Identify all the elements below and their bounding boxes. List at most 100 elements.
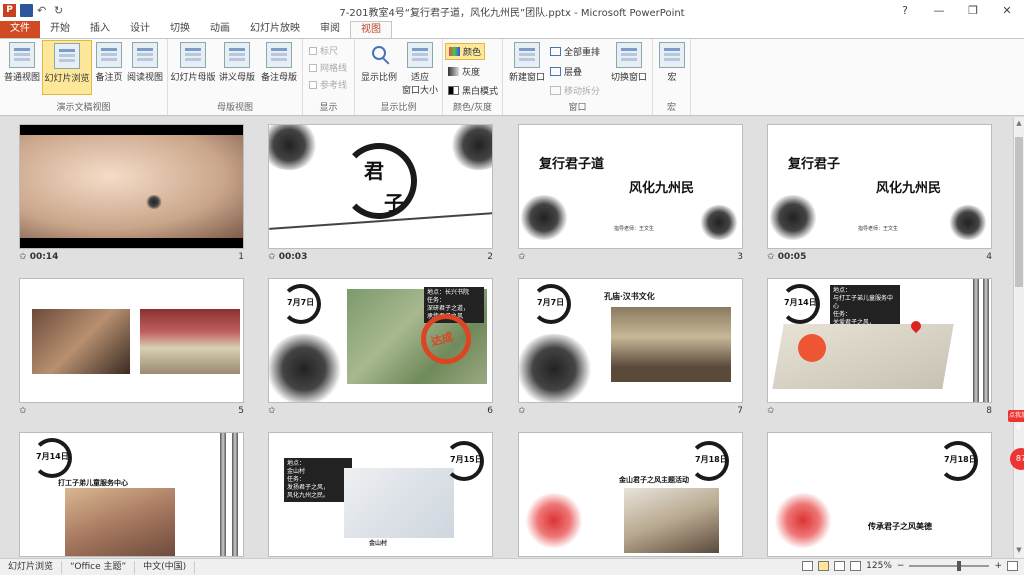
fit-slide-icon[interactable] xyxy=(1007,561,1018,571)
cascade-button[interactable]: 层叠 xyxy=(550,65,582,78)
slide-timing: ✩ 00:05 xyxy=(767,252,807,262)
tab-design[interactable]: 设计 xyxy=(120,21,160,38)
ink-wash xyxy=(269,125,319,170)
notes-master-button[interactable]: 备注母版 xyxy=(258,42,300,83)
slide-title: 金山君子之风主题活动 xyxy=(619,475,689,484)
powerpoint-app-icon[interactable]: P xyxy=(3,4,16,17)
slide-thumbnail-3[interactable]: 复行君子道 风化九州民 指导老师：王文生 xyxy=(518,124,743,249)
grayscale-icon xyxy=(448,67,459,76)
tab-animations[interactable]: 动画 xyxy=(200,21,240,38)
vertical-scrollbar[interactable]: ▲ ▼ xyxy=(1013,117,1024,558)
slide-thumbnail-11[interactable]: 7月18日 金山君子之风主题活动 xyxy=(518,432,743,557)
macros-icon xyxy=(659,42,685,68)
slide-thumbnail-6[interactable]: 7月7日 地点：长兴书院 任务： 深研君子之道， 承传君子之风 达成 xyxy=(268,278,493,403)
scroll-thumb[interactable] xyxy=(1015,137,1023,287)
slide-title-char: 子 xyxy=(384,191,404,215)
slide-date: 7月7日 xyxy=(287,298,315,307)
restore-icon[interactable]: ❐ xyxy=(956,0,990,21)
zoom-slider-thumb[interactable] xyxy=(957,561,962,571)
speed-badge[interactable]: 点我加速 xyxy=(1008,410,1024,431)
slide-photo xyxy=(624,488,719,553)
zoom-level[interactable]: 125% xyxy=(866,561,892,571)
redo-icon[interactable]: ↻ xyxy=(54,4,67,17)
slide-timing: ✩ 00:14 xyxy=(19,252,59,262)
slide-thumbnail-12[interactable]: 7月18日 传承君子之风美德 xyxy=(767,432,992,557)
zoom-slider[interactable] xyxy=(909,561,990,571)
slide-number: 7 xyxy=(737,406,743,416)
switch-windows-button[interactable]: 切换窗口 xyxy=(607,42,651,83)
guides-checkbox[interactable]: 参考线 xyxy=(309,78,347,91)
zoom-in-icon[interactable]: + xyxy=(994,561,1002,571)
slide-timing: ✩ xyxy=(518,406,526,416)
map-label: 金山村 xyxy=(369,540,388,547)
tab-home[interactable]: 开始 xyxy=(40,21,80,38)
slide-date: 7月14日 xyxy=(36,452,69,461)
minimize-icon[interactable]: — xyxy=(922,0,956,21)
switch-windows-icon xyxy=(616,42,642,68)
slide-thumbnail-1[interactable] xyxy=(19,124,244,249)
normal-view-button[interactable]: 普通视图 xyxy=(3,42,41,83)
reading-view-icon[interactable] xyxy=(834,561,846,571)
slideshow-icon[interactable] xyxy=(850,561,862,571)
arrange-all-button[interactable]: 全部重排 xyxy=(550,45,600,58)
slide-meta: ✩ 00:05 4 xyxy=(767,252,992,262)
slide-meta: ✩ 5 xyxy=(19,406,244,416)
macros-button[interactable]: 宏 xyxy=(657,42,687,83)
tab-slideshow[interactable]: 幻灯片放映 xyxy=(240,21,310,38)
scroll-up-icon[interactable]: ▲ xyxy=(1014,119,1024,129)
normal-view-icon[interactable] xyxy=(802,561,814,571)
black-white-button[interactable]: 黑白模式 xyxy=(448,84,498,97)
slide-subtitle: 风化九州民 xyxy=(876,181,942,196)
tab-insert[interactable]: 插入 xyxy=(80,21,120,38)
slide-sorter-icon[interactable] xyxy=(818,561,830,571)
group-label: 颜色/灰度 xyxy=(452,103,493,113)
slide-thumbnail-8[interactable]: 7月14日 地点： 与打工子弟儿童服务中心 任务： 关爱君子之风， 传承中华道德… xyxy=(767,278,992,403)
bird-silhouette xyxy=(145,195,163,209)
ruler-checkbox[interactable]: 标尺 xyxy=(309,44,338,57)
tab-review[interactable]: 审阅 xyxy=(310,21,350,38)
slide-thumbnail-10[interactable]: 地点： 金山村 任务： 发扬君子之风， 风化九州之民。 7月15日 金山村 xyxy=(268,432,493,557)
slide-number: 6 xyxy=(487,406,493,416)
help-icon[interactable]: ? xyxy=(888,0,922,21)
slide-timing: ✩ xyxy=(268,406,276,416)
move-split-button[interactable]: 移动拆分 xyxy=(550,84,600,97)
slide-title: 复行君子道 xyxy=(539,157,605,172)
gridlines-checkbox[interactable]: 网格线 xyxy=(309,61,347,74)
slide-thumbnail-4[interactable]: 复行君子 风化九州民 指导老师：王文生 xyxy=(767,124,992,249)
color-button[interactable]: 颜色 xyxy=(445,43,486,60)
slide-master-button[interactable]: 幻灯片母版 xyxy=(170,42,216,83)
reading-view-button[interactable]: 阅读视图 xyxy=(124,42,166,83)
close-icon[interactable]: ✕ xyxy=(990,0,1024,21)
notes-page-button[interactable]: 备注页 xyxy=(92,42,126,83)
slide-thumbnail-2[interactable]: 君 子 xyxy=(268,124,493,249)
tab-transitions[interactable]: 切换 xyxy=(160,21,200,38)
group-macros: 宏 宏 xyxy=(653,39,691,115)
handout-master-button[interactable]: 讲义母版 xyxy=(216,42,258,83)
slide-title: 打工子弟儿童服务中心 xyxy=(58,478,128,487)
slide-timing: ✩ xyxy=(518,252,526,262)
slide-thumbnail-5[interactable] xyxy=(19,278,244,403)
zoom-button[interactable]: 显示比例 xyxy=(357,42,401,83)
status-language[interactable]: 中文(中国) xyxy=(135,560,196,574)
slide-thumbnail-9[interactable]: 7月14日 打工子弟儿童服务中心 xyxy=(19,432,244,557)
undo-icon[interactable]: ↶ xyxy=(37,4,50,17)
status-theme[interactable]: “Office 主题” xyxy=(62,560,136,574)
ribbon: 普通视图 幻灯片浏览 备注页 阅读视图 演示文稿视图 幻灯片母版 讲义母版 备注… xyxy=(0,38,1024,116)
slide-sorter-button[interactable]: 幻灯片浏览 xyxy=(42,40,92,95)
grayscale-button[interactable]: 灰度 xyxy=(448,65,480,78)
slide-thumbnail-7[interactable]: 7月7日 孔庙·汉书文化 xyxy=(518,278,743,403)
ribbon-tabs: 文件 开始 插入 设计 切换 动画 幻灯片放映 审阅 视图 xyxy=(0,21,1024,38)
map-image xyxy=(344,468,454,538)
fit-to-window-button[interactable]: 适应 窗口大小 xyxy=(399,42,441,96)
group-master-views: 幻灯片母版 讲义母版 备注母版 母版视图 xyxy=(168,39,303,115)
ink-wash xyxy=(768,195,818,240)
new-window-button[interactable]: 新建窗口 xyxy=(505,42,549,83)
tab-view[interactable]: 视图 xyxy=(350,21,392,38)
zoom-out-icon[interactable]: − xyxy=(897,561,905,571)
zoom-controls: 125% − + xyxy=(802,561,1018,571)
save-icon[interactable] xyxy=(20,4,33,17)
scroll-down-icon[interactable]: ▼ xyxy=(1014,546,1024,556)
slide-date: 7月15日 xyxy=(450,455,483,464)
tab-file[interactable]: 文件 xyxy=(0,21,40,38)
ink-wash xyxy=(519,195,569,240)
